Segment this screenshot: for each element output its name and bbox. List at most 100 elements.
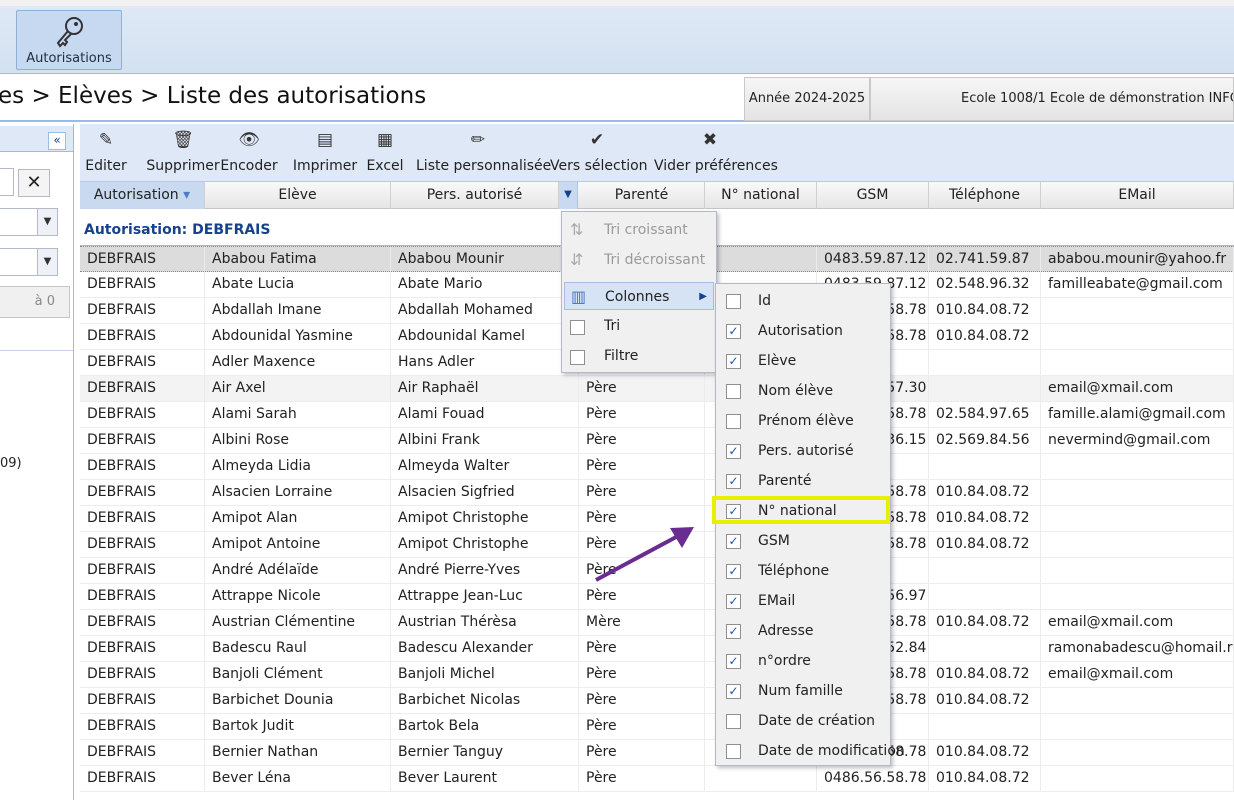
checkbox[interactable]: ✓ <box>726 594 741 609</box>
column-menu-trigger[interactable]: ▼ <box>559 182 578 209</box>
checkbox[interactable]: ✓ <box>726 684 741 699</box>
menu-item-filtre[interactable]: Filtre <box>564 342 714 370</box>
menu-item-label: Elève <box>758 353 797 369</box>
table-cell: Badescu Alexander <box>391 636 579 661</box>
checkbox[interactable]: ✓ <box>726 354 741 369</box>
checkbox[interactable]: ✓ <box>726 474 741 489</box>
range-a0-button[interactable]: à 0 <box>0 286 70 318</box>
checkbox[interactable] <box>570 320 585 335</box>
toolbar-button-vers-s-lection[interactable]: ✔ Vers sélection <box>550 124 648 182</box>
column-header-gsm[interactable]: GSM <box>817 182 929 209</box>
clear-search-button[interactable]: ✕ <box>18 169 50 197</box>
checkbox[interactable] <box>726 744 741 759</box>
table-cell: Bever Léna <box>205 766 391 791</box>
column-toggle-el-ve[interactable]: ✓ Elève <box>718 346 888 376</box>
columns-icon: ▥ <box>571 287 587 306</box>
school-year-button[interactable]: Année 2024-2025 <box>744 77 870 121</box>
table-cell: DEBFRAIS <box>80 350 205 375</box>
menu-item-label: Parenté <box>758 473 812 489</box>
column-toggle-autorisation[interactable]: ✓ Autorisation <box>718 316 888 346</box>
autorisations-ribbon-button[interactable]: Autorisations <box>16 10 122 70</box>
column-header-pers-autoris-[interactable]: Pers. autorisé <box>391 182 559 209</box>
table-cell <box>1041 324 1234 349</box>
check-icon: ✔ <box>589 130 605 150</box>
toolbar-button-encoder[interactable]: 👁 Encoder <box>220 124 278 182</box>
filter-select-1[interactable]: ▼ <box>0 208 58 236</box>
table-row[interactable]: DEBFRAIS Alsacien Lorraine Alsacien Sigfri… <box>80 480 1234 506</box>
filter-select-2[interactable]: ▼ <box>0 248 58 276</box>
checkbox[interactable] <box>570 350 585 365</box>
column-toggle-parent-[interactable]: ✓ Parenté <box>718 466 888 496</box>
toolbar-button-supprimer[interactable]: 🗑 Supprimer <box>138 124 228 182</box>
column-header-email[interactable]: EMail <box>1041 182 1234 209</box>
menu-item-label: Tri croissant <box>604 222 688 238</box>
column-toggle-pr-nom-l-ve[interactable]: Prénom élève <box>718 406 888 436</box>
table-row[interactable]: DEBFRAIS Bartok Judit Bartok Bela Père <box>80 714 1234 740</box>
collapse-panel-button[interactable]: « <box>48 132 66 150</box>
toolbar-button-imprimer[interactable]: ▤ Imprimer <box>288 124 362 182</box>
school-selector[interactable]: Ecole 1008/1 Ecole de démonstration INFO… <box>870 77 1234 121</box>
column-toggle-nom-l-ve[interactable]: Nom élève <box>718 376 888 406</box>
table-cell: 010.84.08.72 <box>929 610 1041 635</box>
table-cell: Almeyda Lidia <box>205 454 391 479</box>
checkbox[interactable] <box>726 714 741 729</box>
table-row[interactable]: DEBFRAIS Barbichet Dounia Barbichet Nicola… <box>80 688 1234 714</box>
table-row[interactable]: DEBFRAIS Bernier Nathan Bernier Tanguy Père… <box>80 740 1234 766</box>
column-header-t-l-phone[interactable]: Téléphone <box>929 182 1041 209</box>
table-cell: familleabate@gmail.com <box>1041 272 1234 297</box>
table-cell: Barbichet Dounia <box>205 688 391 713</box>
table-cell: DEBFRAIS <box>80 298 205 323</box>
column-header-autorisation[interactable]: Autorisation ▾ <box>80 182 205 209</box>
search-input[interactable] <box>0 168 14 196</box>
column-toggle-n-ordre[interactable]: ✓ n°ordre <box>718 646 888 676</box>
column-toggle-adresse[interactable]: ✓ Adresse <box>718 616 888 646</box>
menu-item-label: Colonnes <box>605 289 670 305</box>
table-row[interactable]: DEBFRAIS Almeyda Lidia Almeyda Walter Père <box>80 454 1234 480</box>
column-toggle-pers-autoris-[interactable]: ✓ Pers. autorisé <box>718 436 888 466</box>
column-toggle-id[interactable]: Id <box>718 286 888 316</box>
table-row[interactable]: DEBFRAISAir AxelAir RaphaëlPère0486.47.5… <box>80 376 1234 402</box>
table-cell: Amipot Christophe <box>391 532 579 557</box>
checkbox[interactable]: ✓ <box>726 324 741 339</box>
checkbox[interactable]: ✓ <box>726 564 741 579</box>
menu-item-tri[interactable]: Tri <box>564 312 714 340</box>
menu-item-label: Autorisation <box>758 323 843 339</box>
table-cell: Albini Rose <box>205 428 391 453</box>
checkbox[interactable]: ✓ <box>726 534 741 549</box>
column-toggle-gsm[interactable]: ✓ GSM <box>718 526 888 556</box>
table-cell: 010.84.08.72 <box>929 480 1041 505</box>
table-row[interactable]: DEBFRAIS Banjoli Clément Banjoli Michel Pèr… <box>80 662 1234 688</box>
column-toggle-t-l-phone[interactable]: ✓ Téléphone <box>718 556 888 586</box>
checkbox-icon <box>570 317 588 335</box>
table-cell: 02.569.84.56 <box>929 428 1041 453</box>
toolbar-button-editer[interactable]: ✎ Editer <box>82 124 130 182</box>
column-header-el-ve[interactable]: Elève <box>205 182 391 209</box>
column-toggle-email[interactable]: ✓ EMail <box>718 586 888 616</box>
checkbox[interactable] <box>726 294 741 309</box>
checkbox[interactable] <box>726 384 741 399</box>
table-cell: nevermind@gmail.com <box>1041 428 1234 453</box>
column-header-parent-[interactable]: Parenté <box>579 182 705 209</box>
toolbar-button-excel[interactable]: ▦ Excel <box>364 124 406 182</box>
table-row[interactable]: DEBFRAISAlami SarahAlami FouadPère0486.5… <box>80 402 1234 428</box>
table-row[interactable]: DEBFRAISAlbini RoseAlbini FrankPère0486.… <box>80 428 1234 454</box>
table-row[interactable]: DEBFRAIS Badescu Raul Badescu Alexander Pèr… <box>80 636 1234 662</box>
table-cell <box>929 454 1041 479</box>
checkbox[interactable]: ✓ <box>726 624 741 639</box>
table-cell: 02.584.97.65 <box>929 402 1041 427</box>
table-row[interactable]: DEBFRAIS Austrian Clémentine Austrian Thér… <box>80 610 1234 636</box>
column-header-n-national[interactable]: N° national <box>705 182 817 209</box>
column-toggle-num-famille[interactable]: ✓ Num famille <box>718 676 888 706</box>
table-row[interactable]: DEBFRAIS Bever Léna Bever Laurent Père 0486.… <box>80 766 1234 792</box>
toolbar-button-liste-personnalis-e[interactable]: ✏ Liste personnalisée <box>416 124 551 182</box>
menu-item-colonnes[interactable]: ▥ Colonnes ▶ <box>564 282 714 310</box>
checkbox[interactable]: ✓ <box>726 444 741 459</box>
column-toggle-date-de-modification[interactable]: Date de modification <box>718 736 905 766</box>
toolbar-button-vider-pr-f-rences[interactable]: ✖ Vider préférences <box>654 124 778 182</box>
column-toggle-date-de-cr-ation[interactable]: Date de création <box>718 706 888 736</box>
checkbox[interactable]: ✓ <box>726 654 741 669</box>
checkbox[interactable] <box>726 414 741 429</box>
table-cell: Attrappe Jean-Luc <box>391 584 579 609</box>
table-cell: Abdallah Mohamed <box>391 298 579 323</box>
table-cell: Alami Sarah <box>205 402 391 427</box>
